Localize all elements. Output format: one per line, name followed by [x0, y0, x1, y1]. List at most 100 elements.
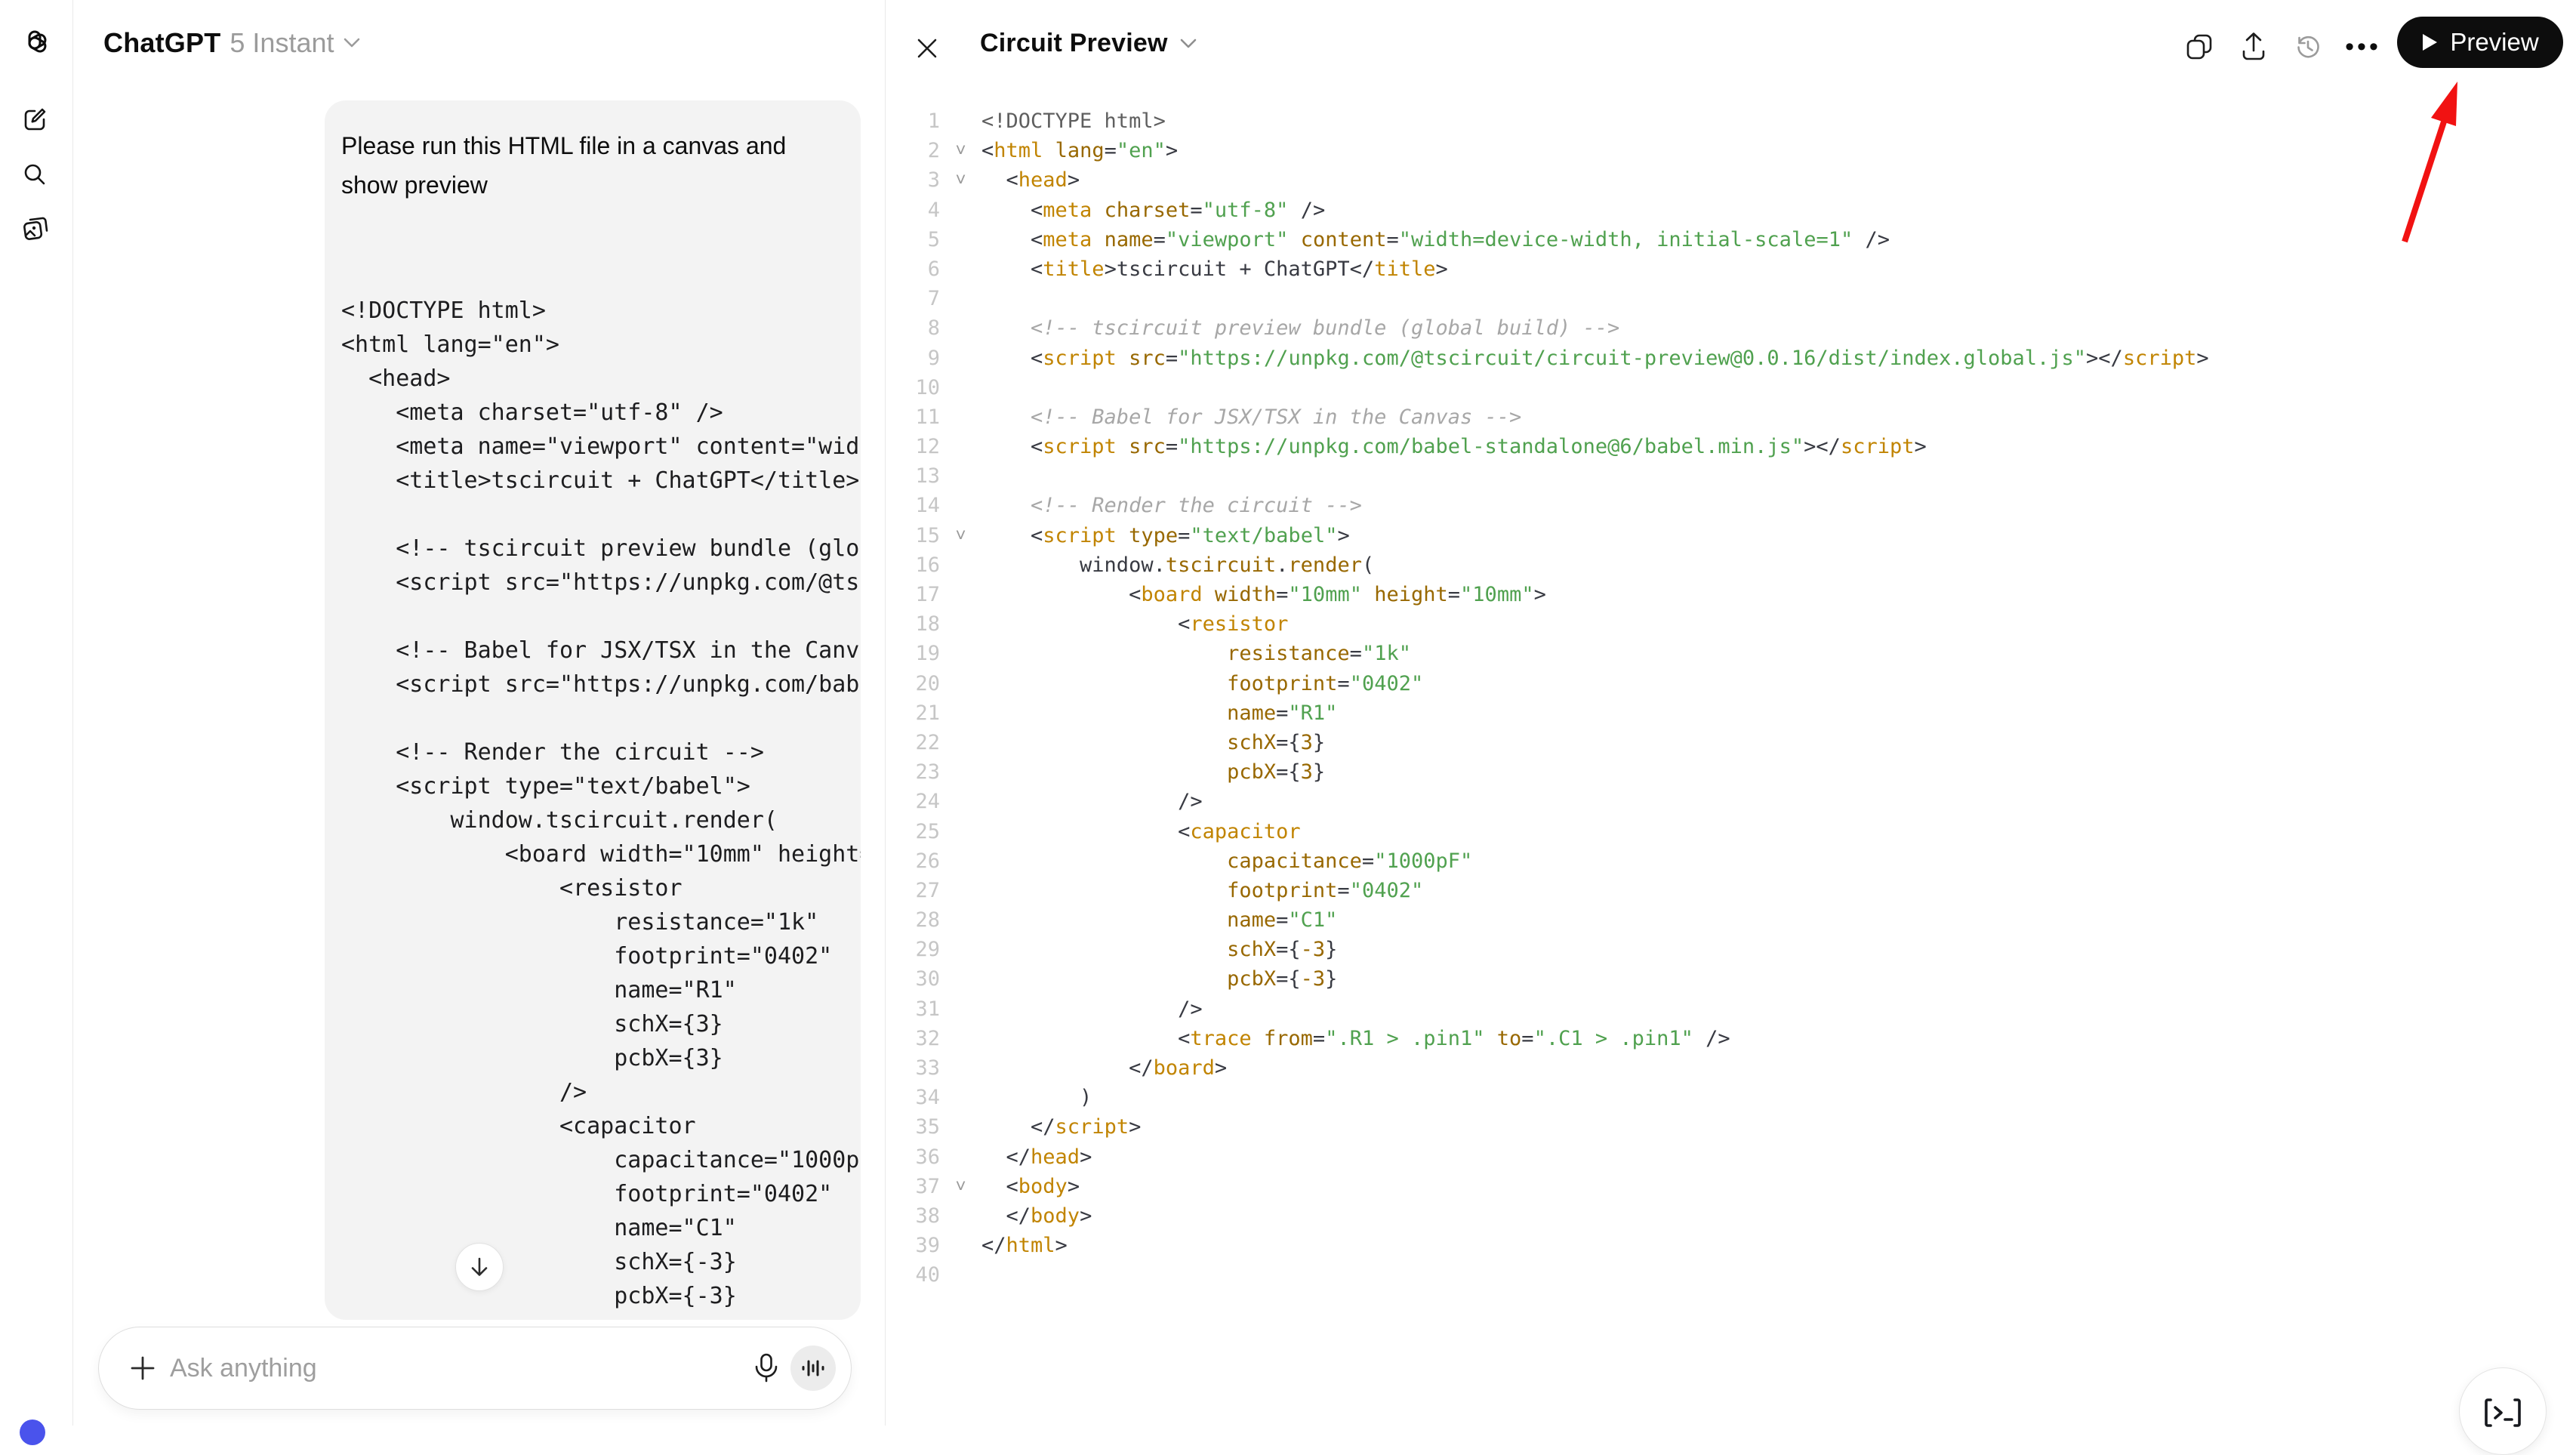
code-line[interactable]: 28 name="C1" [891, 905, 2574, 935]
line-number: 18 [891, 609, 940, 639]
composer-input[interactable] [170, 1354, 748, 1383]
user-message-bubble: Please run this HTML file in a canvas an… [325, 100, 861, 1320]
close-canvas-button[interactable] [911, 32, 944, 65]
code-line[interactable]: 20 footprint="0402" [891, 669, 2574, 698]
user-avatar[interactable] [20, 1420, 45, 1445]
line-number: 26 [891, 846, 940, 876]
code-line[interactable]: 11 <!-- Babel for JSX/TSX in the Canvas … [891, 402, 2574, 432]
code-text: footprint="0402" [981, 669, 1423, 698]
share-button[interactable] [2234, 27, 2273, 66]
fold-spacer [940, 225, 981, 254]
code-line[interactable]: 27 footprint="0402" [891, 876, 2574, 905]
line-number: 12 [891, 432, 940, 461]
fold-spacer [940, 550, 981, 580]
fold-toggle-icon[interactable]: ˅ [940, 521, 981, 550]
code-line[interactable]: 38 </body> [891, 1201, 2574, 1231]
fold-spacer [940, 609, 981, 639]
code-line[interactable]: 8 <!-- tscircuit preview bundle (global … [891, 313, 2574, 343]
scroll-to-bottom-button[interactable] [455, 1243, 504, 1291]
code-line[interactable]: 39</html> [891, 1231, 2574, 1260]
code-text: resistance="1k" [981, 639, 1411, 668]
code-line[interactable]: 23 pcbX={3} [891, 757, 2574, 787]
code-line[interactable]: 30 pcbX={-3} [891, 964, 2574, 994]
voice-mode-button[interactable] [790, 1346, 836, 1391]
fold-toggle-icon[interactable]: ˅ [940, 1172, 981, 1201]
code-line[interactable]: 36 </head> [891, 1142, 2574, 1172]
canvas-title: Circuit Preview [980, 29, 1168, 58]
code-line[interactable]: 34 ) [891, 1083, 2574, 1112]
sidebar-item-library[interactable] [17, 211, 52, 246]
code-line[interactable]: 40 [891, 1260, 2574, 1290]
code-line[interactable]: 37˅ <body> [891, 1172, 2574, 1201]
code-line[interactable]: 6 <title>tscircuit + ChatGPT</title> [891, 254, 2574, 284]
code-line[interactable]: 5 <meta name="viewport" content="width=d… [891, 225, 2574, 254]
code-line[interactable]: 18 <resistor [891, 609, 2574, 639]
plus-icon [129, 1355, 156, 1382]
openai-logo[interactable] [17, 26, 52, 60]
code-line[interactable]: 10 [891, 373, 2574, 402]
code-text: </script> [981, 1112, 1141, 1142]
line-number: 28 [891, 905, 940, 935]
openai-logo-icon [20, 28, 50, 58]
copy-icon [2186, 33, 2213, 60]
code-line[interactable]: 19 resistance="1k" [891, 639, 2574, 668]
code-line[interactable]: 32 <trace from=".R1 > .pin1" to=".C1 > .… [891, 1024, 2574, 1053]
fold-spacer [940, 196, 981, 225]
console-button[interactable] [2459, 1367, 2547, 1455]
terminal-icon [2483, 1397, 2522, 1432]
line-number: 1 [891, 106, 940, 136]
fold-spacer [940, 1201, 981, 1231]
code-line[interactable]: 3˅ <head> [891, 165, 2574, 195]
code-line[interactable]: 29 schX={-3} [891, 935, 2574, 964]
line-number: 21 [891, 698, 940, 728]
line-number: 39 [891, 1231, 940, 1260]
dictate-button[interactable] [748, 1350, 784, 1386]
fold-toggle-icon[interactable]: ˅ [940, 165, 981, 195]
user-message-code: <!DOCTYPE html> <html lang="en"> <head> … [341, 294, 844, 1320]
line-number: 34 [891, 1083, 940, 1112]
code-line[interactable]: 1<!DOCTYPE html> [891, 106, 2574, 136]
code-line[interactable]: 25 <capacitor [891, 817, 2574, 846]
fold-toggle-icon[interactable]: ˅ [940, 136, 981, 165]
version-history-button[interactable] [2288, 27, 2328, 66]
code-line[interactable]: 4 <meta charset="utf-8" /> [891, 196, 2574, 225]
copy-button[interactable] [2180, 27, 2219, 66]
code-line[interactable]: 21 name="R1" [891, 698, 2574, 728]
code-line[interactable]: 22 schX={3} [891, 728, 2574, 757]
code-line[interactable]: 31 /> [891, 994, 2574, 1024]
code-line[interactable]: 9 <script src="https://unpkg.com/@tscirc… [891, 344, 2574, 373]
chevron-down-icon [344, 38, 360, 48]
sidebar-item-search[interactable] [17, 157, 52, 192]
fold-spacer [940, 787, 981, 816]
code-line[interactable]: 15˅ <script type="text/babel"> [891, 521, 2574, 550]
fold-spacer [940, 994, 981, 1024]
canvas-options-button[interactable]: ••• [2343, 27, 2383, 66]
code-line[interactable]: 13 [891, 461, 2574, 491]
line-number: 9 [891, 344, 940, 373]
fold-spacer [940, 1053, 981, 1083]
upload-icon [2240, 32, 2267, 62]
code-line[interactable]: 16 window.tscircuit.render( [891, 550, 2574, 580]
code-line[interactable]: 12 <script src="https://unpkg.com/babel-… [891, 432, 2574, 461]
code-text: <html lang="en"> [981, 136, 1178, 165]
code-line[interactable]: 17 <board width="10mm" height="10mm"> [891, 580, 2574, 609]
code-line[interactable]: 26 capacitance="1000pF" [891, 846, 2574, 876]
sidebar-item-new-chat[interactable] [17, 102, 52, 137]
line-number: 10 [891, 373, 940, 402]
code-text: <!-- tscircuit preview bundle (global bu… [981, 313, 1619, 343]
code-line[interactable]: 35 </script> [891, 1112, 2574, 1142]
code-editor[interactable]: 1<!DOCTYPE html>2˅<html lang="en">3˅ <he… [891, 106, 2574, 1290]
app-title: ChatGPT [103, 27, 220, 59]
fold-spacer [940, 639, 981, 668]
attach-button[interactable] [125, 1350, 161, 1386]
code-line[interactable]: 14 <!-- Render the circuit --> [891, 491, 2574, 520]
code-line[interactable]: 7 [891, 284, 2574, 313]
preview-button[interactable]: Preview [2397, 17, 2563, 68]
code-line[interactable]: 24 /> [891, 787, 2574, 816]
code-line[interactable]: 33 </board> [891, 1053, 2574, 1083]
code-line[interactable]: 2˅<html lang="en"> [891, 136, 2574, 165]
fold-spacer [940, 491, 981, 520]
canvas-title-menu[interactable]: Circuit Preview [980, 29, 1197, 58]
code-text: pcbX={3} [981, 757, 1325, 787]
model-switcher[interactable]: ChatGPT 5 Instant [103, 27, 360, 59]
